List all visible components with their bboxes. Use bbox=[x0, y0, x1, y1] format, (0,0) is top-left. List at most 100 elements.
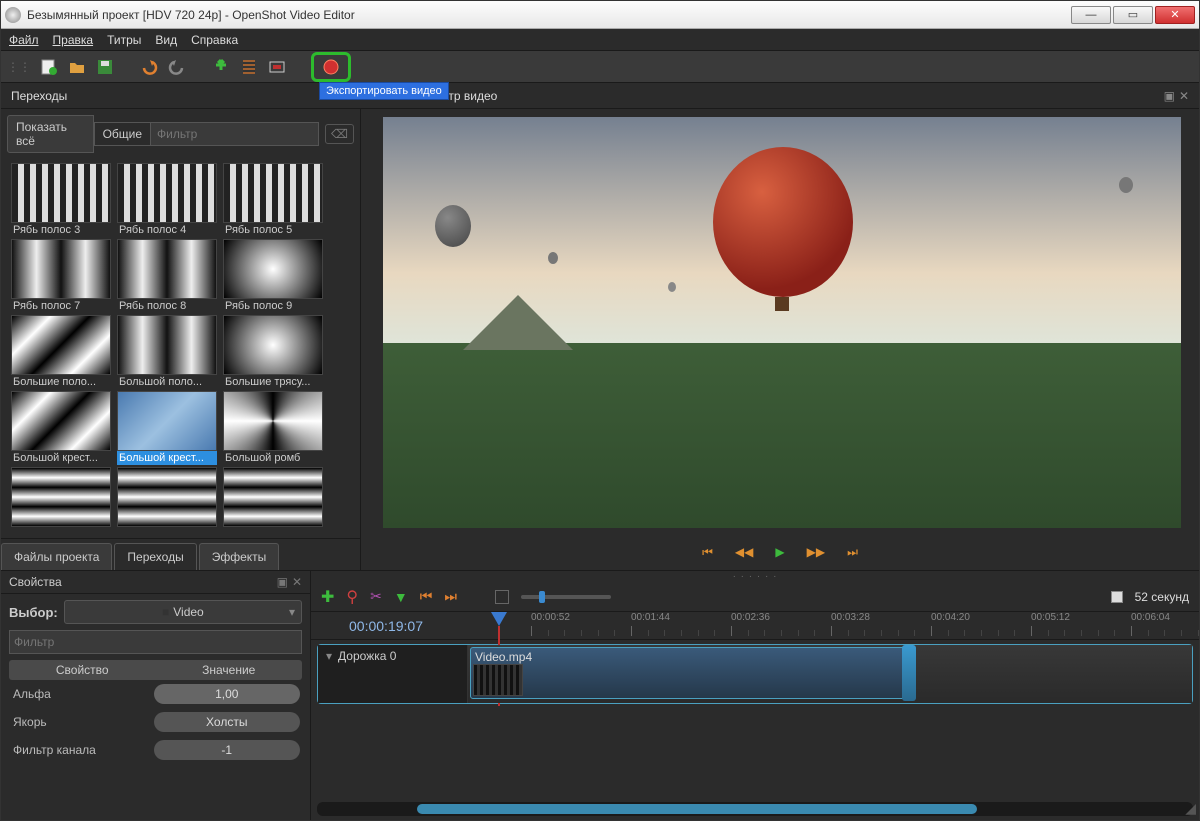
timeline-ruler[interactable]: 00:00:19:07 00:00:5200:01:4400:02:3600:0… bbox=[311, 612, 1199, 640]
razor-button[interactable]: ✂ bbox=[370, 588, 382, 605]
menu-edit[interactable]: Правка bbox=[53, 33, 94, 47]
minimize-button[interactable]: — bbox=[1071, 6, 1111, 24]
transition-item[interactable]: Рябь полос 7 bbox=[11, 239, 111, 313]
menu-file[interactable]: Файл bbox=[9, 33, 39, 47]
prev-marker-button[interactable]: ⏮ bbox=[420, 588, 433, 605]
common-button[interactable]: Общие bbox=[94, 122, 151, 146]
rewind-button[interactable]: ◀◀ bbox=[735, 545, 753, 559]
transition-label: Большой крест... bbox=[117, 451, 217, 465]
preview-panel-suffix: отр видео bbox=[442, 89, 497, 103]
transition-label: Большой поло... bbox=[117, 375, 217, 389]
export-tooltip: Экспортировать видео bbox=[319, 82, 449, 100]
ruler-tick: 00:02:36 bbox=[731, 612, 770, 623]
snap-button[interactable]: ⚲ bbox=[346, 587, 358, 607]
timeline-clip[interactable]: Video.mp4 bbox=[470, 647, 910, 699]
ruler-tick: 00:04:20 bbox=[931, 612, 970, 623]
timeline-scrollbar[interactable] bbox=[317, 802, 1193, 816]
fastforward-button[interactable]: ▶▶ bbox=[807, 545, 825, 559]
tab-project-files[interactable]: Файлы проекта bbox=[1, 543, 112, 570]
transition-label: Большие трясу... bbox=[223, 375, 323, 389]
transition-item[interactable]: Большие поло... bbox=[11, 315, 111, 389]
choice-label: Выбор: bbox=[9, 605, 58, 620]
transition-item[interactable]: Рябь полос 3 bbox=[11, 163, 111, 237]
property-row[interactable]: Альфа1,00 bbox=[9, 680, 302, 708]
clear-filter-button[interactable]: ⌫ bbox=[325, 124, 354, 144]
next-marker-button[interactable]: ⏭ bbox=[444, 588, 457, 605]
menu-titles[interactable]: Титры bbox=[107, 33, 141, 47]
clip-end-handle[interactable] bbox=[902, 645, 916, 701]
transition-label bbox=[11, 527, 111, 529]
new-project-button[interactable] bbox=[39, 57, 59, 77]
tab-transitions[interactable]: Переходы bbox=[114, 543, 196, 570]
zoom-out-button[interactable] bbox=[495, 590, 509, 604]
transitions-panel-title: Переходы bbox=[11, 89, 67, 103]
menu-view[interactable]: Вид bbox=[155, 33, 177, 47]
undock-props-icon[interactable]: ▣ bbox=[277, 575, 288, 589]
close-panel-icon[interactable]: ✕ bbox=[1179, 89, 1189, 103]
properties-filter-input[interactable] bbox=[9, 630, 302, 654]
transition-label: Рябь полос 3 bbox=[11, 223, 111, 237]
window-title: Безымянный проект [HDV 720 24p] - OpenSh… bbox=[27, 8, 1071, 22]
open-project-button[interactable] bbox=[67, 57, 87, 77]
transition-item[interactable] bbox=[117, 467, 217, 529]
transition-label: Рябь полос 5 bbox=[223, 223, 323, 237]
choose-profile-button[interactable] bbox=[239, 57, 259, 77]
prop-header-key: Свойство bbox=[9, 660, 156, 680]
transitions-grid: Рябь полос 3 Рябь полос 4 Рябь полос 5 Рябь… bbox=[1, 159, 360, 538]
fullscreen-button[interactable] bbox=[267, 57, 287, 77]
transition-item[interactable]: Рябь полос 5 bbox=[223, 163, 323, 237]
transition-item[interactable]: Рябь полос 8 bbox=[117, 239, 217, 313]
add-marker-button[interactable]: ▼ bbox=[394, 589, 408, 605]
close-button[interactable]: ✕ bbox=[1155, 6, 1195, 24]
clip-thumbnail bbox=[473, 664, 523, 696]
playhead-icon[interactable] bbox=[491, 612, 507, 626]
transitions-filter-input[interactable] bbox=[151, 122, 319, 146]
zoom-slider[interactable] bbox=[521, 595, 611, 599]
transition-item[interactable] bbox=[223, 467, 323, 529]
panel-drag-handle[interactable]: · · · · · · bbox=[311, 571, 1199, 582]
transition-item[interactable]: Большой крест... bbox=[117, 391, 217, 465]
transition-item[interactable]: Рябь полос 9 bbox=[223, 239, 323, 313]
transition-item[interactable]: Рябь полос 4 bbox=[117, 163, 217, 237]
jump-start-button[interactable]: ⏮ bbox=[702, 545, 713, 560]
property-row[interactable]: Фильтр канала-1 bbox=[9, 736, 302, 764]
transition-item[interactable]: Большой ромб bbox=[223, 391, 323, 465]
timeline-track[interactable]: Дорожка 0 Video.mp4 bbox=[317, 644, 1193, 704]
titlebar: Безымянный проект [HDV 720 24p] - OpenSh… bbox=[1, 1, 1199, 29]
tab-effects[interactable]: Эффекты bbox=[199, 543, 280, 570]
maximize-button[interactable]: ▭ bbox=[1113, 6, 1153, 24]
track-header[interactable]: Дорожка 0 bbox=[318, 645, 468, 703]
duration-checkbox[interactable] bbox=[1111, 591, 1123, 603]
redo-button[interactable] bbox=[167, 57, 187, 77]
jump-end-button[interactable]: ⏭ bbox=[847, 545, 858, 560]
show-all-button[interactable]: Показать всё bbox=[7, 115, 94, 153]
undo-button[interactable] bbox=[139, 57, 159, 77]
close-props-icon[interactable]: ✕ bbox=[292, 575, 302, 589]
transition-item[interactable] bbox=[11, 467, 111, 529]
menubar: Файл Правка Титры Вид Справка bbox=[1, 29, 1199, 51]
preview-canvas[interactable] bbox=[383, 117, 1181, 528]
prop-header-val: Значение bbox=[156, 660, 303, 680]
balloon-graphic bbox=[713, 147, 853, 297]
transition-label: Рябь полос 4 bbox=[117, 223, 217, 237]
transition-item[interactable]: Большие трясу... bbox=[223, 315, 323, 389]
transition-item[interactable]: Большой крест... bbox=[11, 391, 111, 465]
transition-item[interactable]: Большой поло... bbox=[117, 315, 217, 389]
play-button[interactable]: ▶ bbox=[775, 545, 784, 559]
transition-label: Рябь полос 9 bbox=[223, 299, 323, 313]
transition-label: Большой ромб bbox=[223, 451, 323, 465]
transition-label bbox=[223, 527, 323, 529]
undock-icon[interactable]: ▣ bbox=[1164, 89, 1175, 103]
app-icon bbox=[5, 7, 21, 23]
add-track-button[interactable]: ✚ bbox=[321, 587, 334, 607]
menu-help[interactable]: Справка bbox=[191, 33, 238, 47]
transition-label: Большие поло... bbox=[11, 375, 111, 389]
export-video-button[interactable] bbox=[311, 52, 351, 82]
ruler-tick: 00:01:44 bbox=[631, 612, 670, 623]
choice-select[interactable]: ■Video bbox=[64, 600, 302, 624]
panel-header: Переходы отр видео ▣ ✕ bbox=[1, 83, 1199, 109]
save-project-button[interactable] bbox=[95, 57, 115, 77]
import-files-button[interactable] bbox=[211, 57, 231, 77]
current-time: 00:00:19:07 bbox=[311, 618, 461, 634]
property-row[interactable]: ЯкорьХолсты bbox=[9, 708, 302, 736]
